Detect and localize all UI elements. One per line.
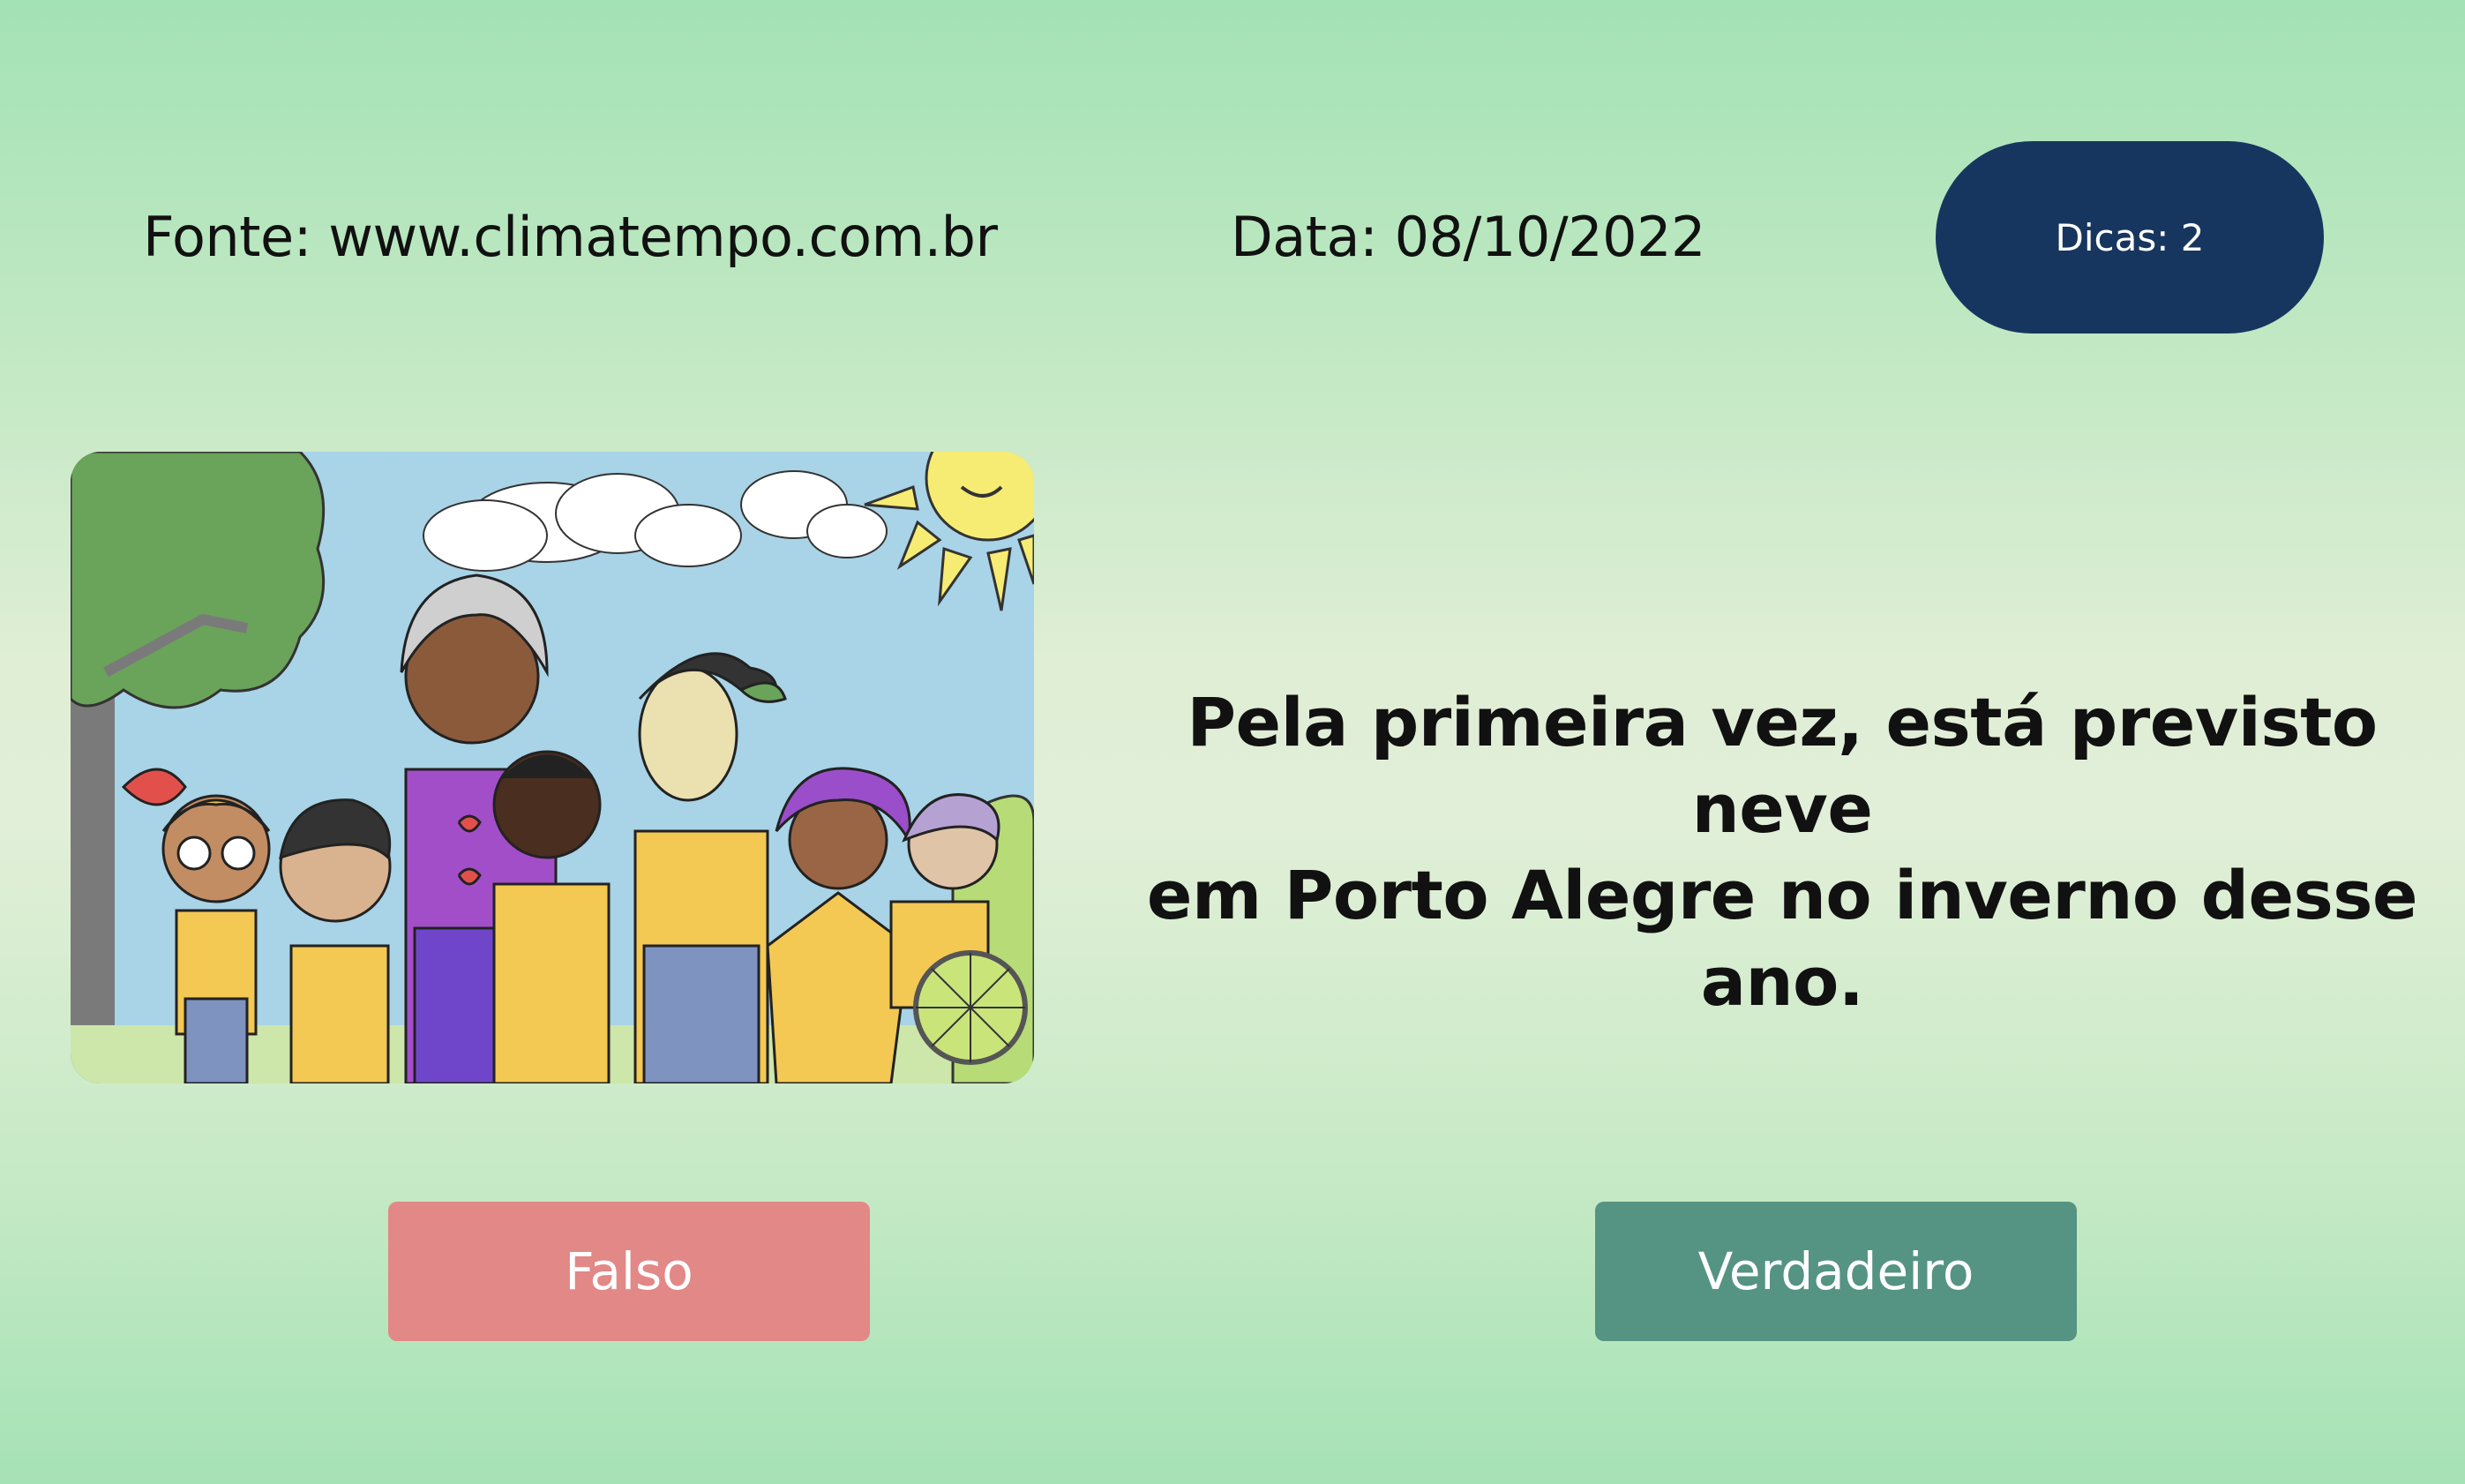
false-button[interactable]: Falso — [388, 1202, 870, 1341]
question-line-1: Pela primeira vez, está previsto neve — [1187, 683, 2378, 848]
date-label: Data: 08/10/2022 — [1231, 205, 1705, 269]
illustration-image — [71, 452, 1034, 1083]
source-label: Fonte: www.climatempo.com.br — [143, 205, 998, 269]
true-button[interactable]: Verdadeiro — [1595, 1202, 2077, 1341]
question-line-2: em Porto Alegre no inverno desse ano. — [1146, 856, 2418, 1021]
hints-button[interactable]: Dicas: 2 — [1936, 141, 2324, 334]
question-statement: Pela primeira vez, está previsto neve em… — [1103, 679, 2461, 1025]
